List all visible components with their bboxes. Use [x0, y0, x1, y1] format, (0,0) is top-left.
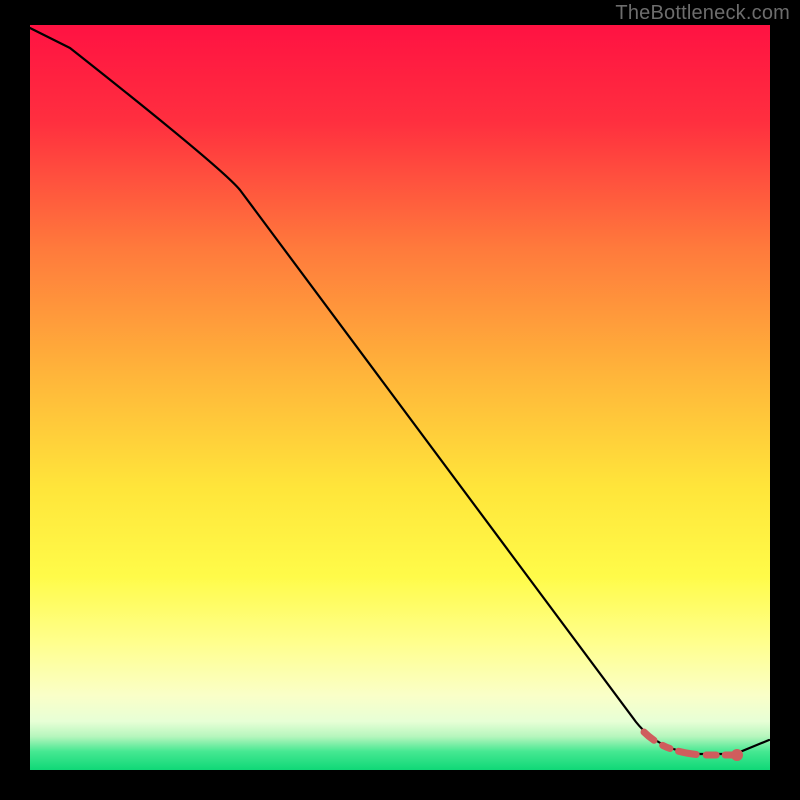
chart-plot-area	[30, 25, 770, 770]
optimal-point-dot	[731, 749, 743, 761]
chart-stage: TheBottleneck.com	[0, 0, 800, 800]
bottleneck-chart	[0, 0, 800, 800]
watermark-text: TheBottleneck.com	[615, 2, 790, 25]
